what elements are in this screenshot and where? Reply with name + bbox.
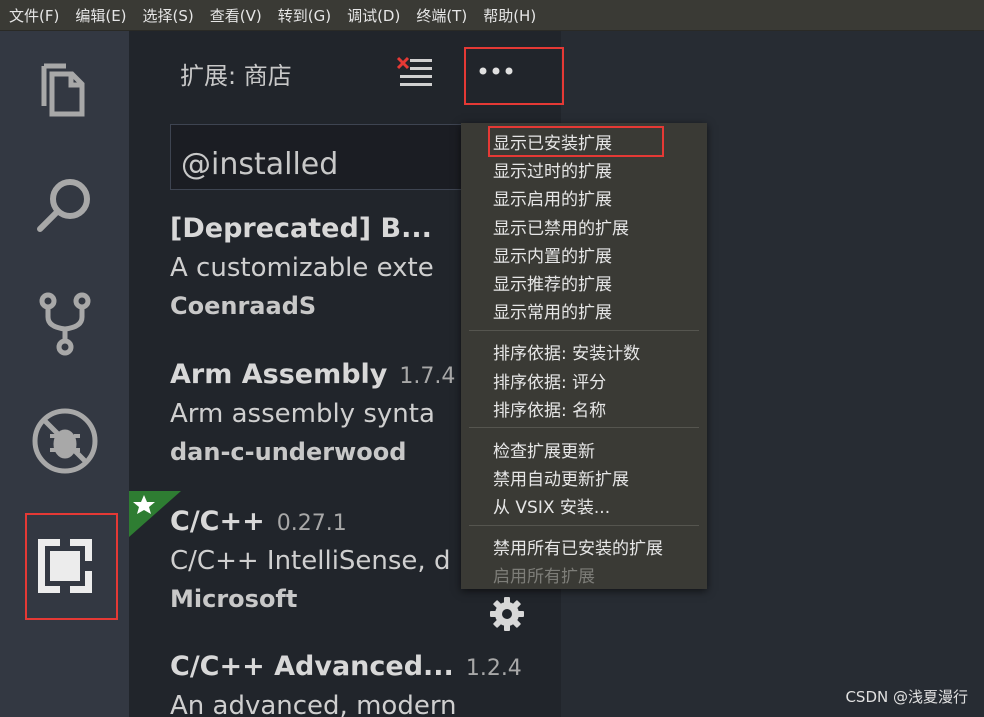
extension-name: Arm Assembly bbox=[170, 359, 388, 390]
menu-check-updates[interactable]: 检查扩展更新 bbox=[493, 437, 595, 462]
menu-disable-all-installed[interactable]: 禁用所有已安装的扩展 bbox=[493, 534, 663, 559]
menu-terminal[interactable]: 终端(T) bbox=[407, 5, 474, 26]
sidebar-title: 扩展: 商店 bbox=[180, 62, 292, 90]
extensions-search-input[interactable] bbox=[170, 124, 470, 190]
menu-sort-install-count[interactable]: 排序依据: 安装计数 bbox=[493, 339, 640, 364]
menu-show-builtin[interactable]: 显示内置的扩展 bbox=[493, 242, 612, 267]
source-control-icon[interactable] bbox=[30, 289, 100, 359]
extension-version: 1.2.4 bbox=[465, 656, 522, 681]
menu-debug[interactable]: 调试(D) bbox=[338, 5, 407, 26]
clear-extensions-input-icon[interactable] bbox=[395, 55, 435, 91]
activity-bar bbox=[0, 31, 129, 717]
extensions-icon[interactable] bbox=[30, 531, 100, 601]
extension-name: [Deprecated] B... bbox=[170, 213, 432, 244]
menu-view[interactable]: 查看(V) bbox=[201, 5, 269, 26]
more-actions-dropdown: 显示已安装扩展 显示过时的扩展 显示启用的扩展 显示已禁用的扩展 显示内置的扩展… bbox=[461, 123, 707, 589]
extension-version: 0.27.1 bbox=[276, 511, 347, 536]
menu-selection[interactable]: 选择(S) bbox=[134, 5, 201, 26]
watermark: CSDN @浅夏漫行 bbox=[845, 688, 968, 706]
manage-gear-icon[interactable] bbox=[489, 596, 525, 632]
menu-enable-all: 启用所有扩展 bbox=[493, 567, 595, 587]
extension-description: An advanced, modern bbox=[170, 691, 457, 717]
menu-separator bbox=[469, 330, 699, 331]
menu-separator bbox=[469, 525, 699, 526]
extension-name: C/C++ bbox=[170, 506, 265, 537]
menu-bar: 文件(F) 编辑(E) 选择(S) 查看(V) 转到(G) 调试(D) 终端(T… bbox=[0, 0, 984, 31]
menu-help[interactable]: 帮助(H) bbox=[474, 5, 543, 26]
debug-icon[interactable] bbox=[30, 406, 100, 476]
extension-version: 1.7.4 bbox=[399, 364, 456, 389]
menu-show-installed[interactable]: 显示已安装扩展 bbox=[493, 129, 612, 154]
menu-separator bbox=[469, 427, 699, 428]
menu-show-enabled[interactable]: 显示启用的扩展 bbox=[493, 185, 612, 210]
more-actions-icon[interactable] bbox=[474, 61, 518, 81]
extension-list-item[interactable]: C/C++ Advanced... 1.2.4 An advanced, mode… bbox=[170, 651, 550, 717]
menu-sort-name[interactable]: 排序依据: 名称 bbox=[493, 396, 606, 421]
files-icon[interactable] bbox=[30, 56, 100, 126]
menu-show-disabled[interactable]: 显示已禁用的扩展 bbox=[493, 214, 629, 239]
search-icon[interactable] bbox=[30, 171, 100, 241]
menu-go[interactable]: 转到(G) bbox=[269, 5, 338, 26]
menu-show-outdated[interactable]: 显示过时的扩展 bbox=[493, 157, 612, 182]
menu-show-popular[interactable]: 显示常用的扩展 bbox=[493, 298, 612, 323]
menu-file[interactable]: 文件(F) bbox=[0, 5, 66, 26]
menu-edit[interactable]: 编辑(E) bbox=[66, 5, 133, 26]
menu-install-from-vsix[interactable]: 从 VSIX 安装... bbox=[493, 493, 610, 518]
menu-disable-auto-update[interactable]: 禁用自动更新扩展 bbox=[493, 465, 629, 490]
menu-show-recommended[interactable]: 显示推荐的扩展 bbox=[493, 270, 612, 295]
extension-name: C/C++ Advanced... bbox=[170, 651, 454, 682]
menu-sort-rating[interactable]: 排序依据: 评分 bbox=[493, 368, 606, 393]
